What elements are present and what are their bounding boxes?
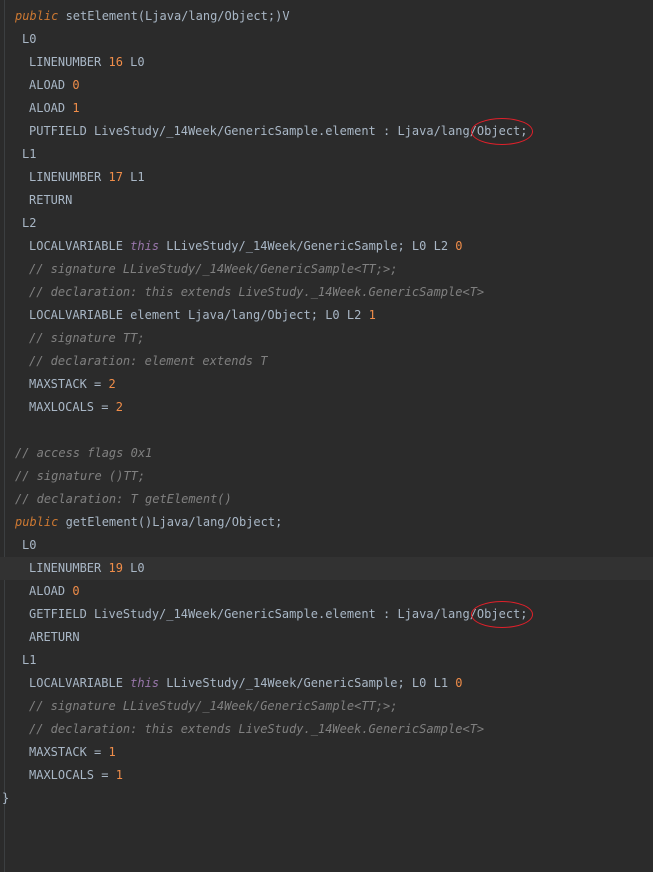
- code-token: MAXLOCALS =: [29, 400, 116, 414]
- code-token: PUTFIELD LiveStudy/_14Week/GenericSample…: [29, 124, 528, 138]
- code-line[interactable]: ALOAD 0: [0, 580, 653, 603]
- code-line[interactable]: LINENUMBER 17 L1: [0, 166, 653, 189]
- code-token: L0: [122, 55, 145, 69]
- code-token: ALOAD: [29, 101, 73, 115]
- code-number: 1: [368, 308, 376, 322]
- code-line[interactable]: L2: [0, 212, 653, 235]
- code-number: 0: [72, 78, 80, 92]
- code-line[interactable]: MAXLOCALS = 2: [0, 396, 653, 419]
- code-line[interactable]: LOCALVARIABLE this LLiveStudy/_14Week/Ge…: [0, 235, 653, 258]
- code-token: L2: [22, 216, 37, 230]
- code-token: L1: [22, 653, 37, 667]
- bytecode-editor[interactable]: public setElement(Ljava/lang/Object;)V L0…: [0, 5, 653, 810]
- code-token: L0: [122, 561, 145, 575]
- code-number: 2: [115, 400, 123, 414]
- code-token: ALOAD: [29, 584, 73, 598]
- code-token: LINENUMBER: [29, 170, 109, 184]
- code-line[interactable]: LINENUMBER 19 L0: [0, 557, 653, 580]
- code-token: this: [130, 239, 160, 253]
- code-comment: // signature ()TT;: [15, 469, 146, 483]
- code-comment: // signature LLiveStudy/_14Week/GenericS…: [29, 699, 398, 713]
- code-token: LINENUMBER: [29, 561, 109, 575]
- code-line[interactable]: // signature LLiveStudy/_14Week/GenericS…: [0, 258, 653, 281]
- code-line[interactable]: ARETURN: [0, 626, 653, 649]
- code-line[interactable]: // access flags 0x1: [0, 442, 653, 465]
- code-line[interactable]: [0, 419, 653, 442]
- code-line[interactable]: // declaration: this extends LiveStudy._…: [0, 281, 653, 304]
- code-line[interactable]: L1: [0, 649, 653, 672]
- code-number: 16: [108, 55, 123, 69]
- code-line[interactable]: MAXLOCALS = 1: [0, 764, 653, 787]
- code-comment: // signature LLiveStudy/_14Week/GenericS…: [29, 262, 398, 276]
- code-line[interactable]: LOCALVARIABLE element Ljava/lang/Object;…: [0, 304, 653, 327]
- code-token: GETFIELD LiveStudy/_14Week/GenericSample…: [29, 607, 528, 621]
- code-comment: // declaration: this extends LiveStudy._…: [29, 285, 485, 299]
- code-line[interactable]: MAXSTACK = 2: [0, 373, 653, 396]
- code-line[interactable]: // declaration: element extends T: [0, 350, 653, 373]
- code-token: MAXSTACK =: [29, 377, 109, 391]
- code-line[interactable]: // declaration: T getElement(): [0, 488, 653, 511]
- code-keyword: public: [15, 9, 59, 23]
- code-token: ARETURN: [29, 630, 80, 644]
- code-token: LLiveStudy/_14Week/GenericSample; L0 L1: [159, 676, 456, 690]
- code-line[interactable]: // signature ()TT;: [0, 465, 653, 488]
- code-number: 0: [455, 676, 463, 690]
- code-token: }: [2, 791, 10, 805]
- code-token: getElement()Ljava/lang/Object;: [58, 515, 283, 529]
- code-token: LLiveStudy/_14Week/GenericSample; L0 L2: [159, 239, 456, 253]
- code-token: L1: [22, 147, 37, 161]
- code-comment: // declaration: T getElement(): [15, 492, 232, 506]
- code-comment: // declaration: element extends T: [29, 354, 268, 368]
- code-token: LINENUMBER: [29, 55, 109, 69]
- code-token: LOCALVARIABLE element Ljava/lang/Object;…: [29, 308, 369, 322]
- code-line[interactable]: RETURN: [0, 189, 653, 212]
- code-line[interactable]: LINENUMBER 16 L0: [0, 51, 653, 74]
- code-line[interactable]: // signature LLiveStudy/_14Week/GenericS…: [0, 695, 653, 718]
- code-number: 0: [455, 239, 463, 253]
- code-token: LOCALVARIABLE: [29, 676, 131, 690]
- code-line[interactable]: GETFIELD LiveStudy/_14Week/GenericSample…: [0, 601, 653, 628]
- code-token: ALOAD: [29, 78, 73, 92]
- code-token: this: [130, 676, 160, 690]
- code-number: 2: [108, 377, 116, 391]
- code-line[interactable]: PUTFIELD LiveStudy/_14Week/GenericSample…: [0, 118, 653, 145]
- code-token: L1: [122, 170, 145, 184]
- code-line[interactable]: }: [0, 787, 653, 810]
- code-line[interactable]: L0: [0, 534, 653, 557]
- code-token: RETURN: [29, 193, 73, 207]
- code-number: 1: [115, 768, 123, 782]
- code-number: 19: [108, 561, 123, 575]
- code-comment: // declaration: this extends LiveStudy._…: [29, 722, 485, 736]
- code-number: 0: [72, 584, 80, 598]
- code-number: 17: [108, 170, 123, 184]
- code-number: 1: [108, 745, 116, 759]
- code-token: MAXSTACK =: [29, 745, 109, 759]
- code-number: 1: [72, 101, 80, 115]
- code-keyword: public: [15, 515, 59, 529]
- code-token: setElement(Ljava/lang/Object;)V: [58, 9, 290, 23]
- code-line[interactable]: public getElement()Ljava/lang/Object;: [0, 511, 653, 534]
- code-line[interactable]: MAXSTACK = 1: [0, 741, 653, 764]
- code-comment: // signature TT;: [29, 331, 145, 345]
- code-token: MAXLOCALS =: [29, 768, 116, 782]
- code-line[interactable]: L0: [0, 28, 653, 51]
- code-line[interactable]: L1: [0, 143, 653, 166]
- code-line[interactable]: // declaration: this extends LiveStudy._…: [0, 718, 653, 741]
- code-line[interactable]: ALOAD 0: [0, 74, 653, 97]
- code-line[interactable]: ALOAD 1: [0, 97, 653, 120]
- code-comment: // access flags 0x1: [15, 446, 153, 460]
- code-line[interactable]: public setElement(Ljava/lang/Object;)V: [0, 5, 653, 28]
- code-token: LOCALVARIABLE: [29, 239, 131, 253]
- code-line[interactable]: // signature TT;: [0, 327, 653, 350]
- code-line[interactable]: LOCALVARIABLE this LLiveStudy/_14Week/Ge…: [0, 672, 653, 695]
- code-token: L0: [22, 32, 37, 46]
- code-token: L0: [22, 538, 37, 552]
